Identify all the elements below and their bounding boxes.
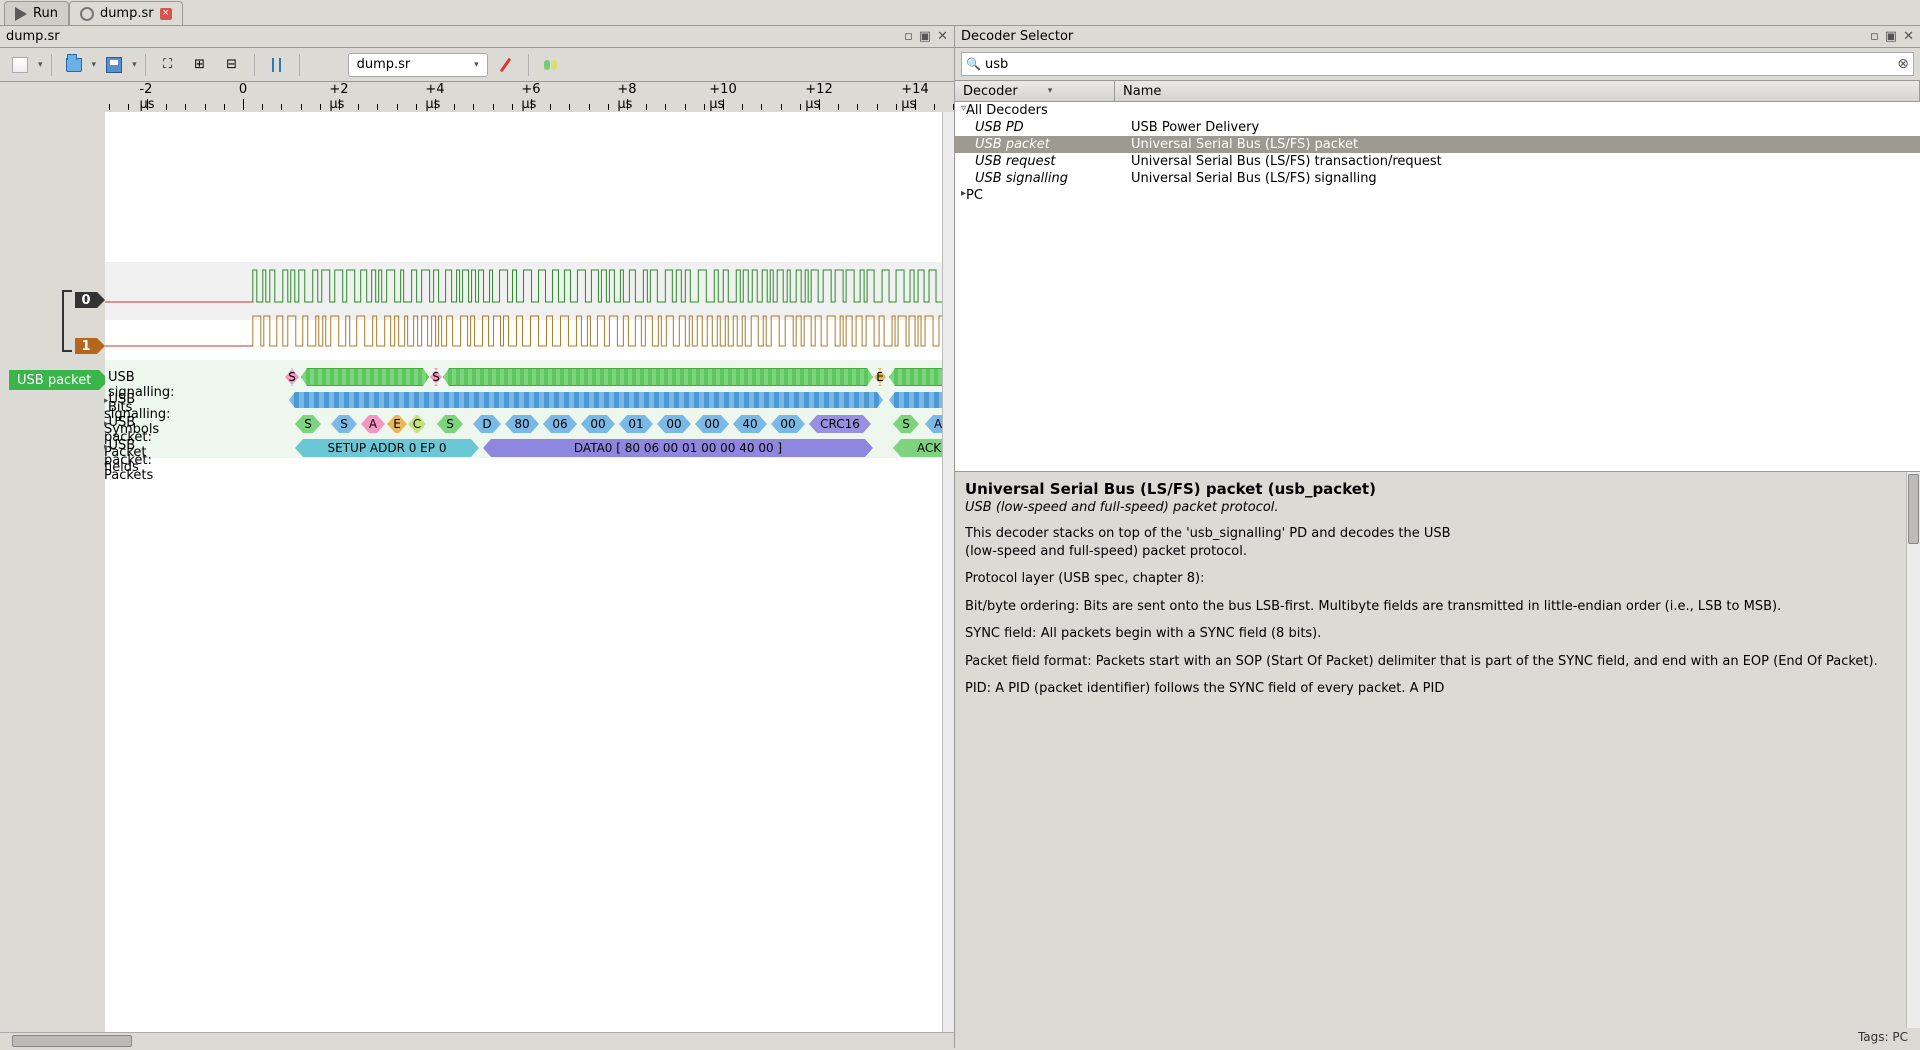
packets-row: SETUP ADDR 0 EP 0DATA0 [ 80 06 00 01 00 … xyxy=(105,438,954,458)
gutter: 0 1 USB packet xyxy=(0,112,105,1032)
doc-header-right: Decoder Selector ▫ ▣ ✕ xyxy=(955,26,1920,47)
packet-field-pill[interactable]: S xyxy=(331,415,357,433)
minimize-icon[interactable]: ▫ xyxy=(904,29,913,44)
bits-marker: E xyxy=(874,368,886,386)
probe-button[interactable] xyxy=(492,52,520,78)
tab-label: dump.sr xyxy=(100,6,154,21)
save-icon xyxy=(106,57,122,73)
col-name[interactable]: Name xyxy=(1115,81,1920,101)
decoder-group[interactable]: PC xyxy=(955,187,1920,204)
decoder-description: Universal Serial Bus (LS/FS) packet (usb… xyxy=(955,472,1920,1048)
vertical-scrollbar[interactable] xyxy=(942,112,954,1032)
tab-run[interactable]: Run xyxy=(4,1,69,25)
channel-bracket xyxy=(62,290,72,352)
decoder-group[interactable]: All Decoders xyxy=(955,102,1920,119)
col-decoder[interactable]: Decoder xyxy=(955,81,1115,101)
close-pane-icon[interactable]: ✕ xyxy=(1903,29,1914,44)
packet-field-pill[interactable]: S xyxy=(893,415,919,433)
probe-icon xyxy=(500,57,512,72)
decoder-search[interactable]: 🔍 ⊗ xyxy=(961,52,1914,76)
doc-title: dump.sr xyxy=(6,29,60,44)
packet-fields-row: SSAECSD8006000100004000CRC16SAS xyxy=(105,414,954,434)
packet-field-pill[interactable]: 06 xyxy=(543,415,577,433)
packet-pill[interactable]: SETUP ADDR 0 EP 0 xyxy=(295,439,479,457)
scrollbar-thumb[interactable] xyxy=(12,1035,132,1047)
bits-marker: S xyxy=(430,368,442,386)
packet-field-pill[interactable]: 01 xyxy=(619,415,653,433)
decoder-grid-header: Decoder Name xyxy=(955,80,1920,102)
packet-field-pill[interactable]: D xyxy=(473,415,501,433)
combo-value: dump.sr xyxy=(357,57,411,72)
chevron-down-icon: ▾ xyxy=(474,60,479,70)
tab-dump[interactable]: dump.sr × xyxy=(69,1,183,25)
channels-icon xyxy=(544,60,557,70)
decoder-item[interactable]: USB PDUSB Power Delivery xyxy=(955,119,1920,136)
decoder-item[interactable]: USB requestUniversal Serial Bus (LS/FS) … xyxy=(955,153,1920,170)
desc-subtitle: USB (low-speed and full-speed) packet pr… xyxy=(965,500,1910,515)
bits-marker: S xyxy=(285,368,299,386)
packet-field-pill[interactable]: S xyxy=(295,415,321,433)
doc-header-left: dump.sr ▫ ▣ ✕ xyxy=(0,26,955,47)
flags-icon xyxy=(269,57,285,73)
desc-title: Universal Serial Bus (LS/FS) packet (usb… xyxy=(965,480,1910,498)
minimize-icon[interactable]: ▫ xyxy=(1870,29,1879,44)
symbols-strip xyxy=(289,392,883,408)
waveform-canvas[interactable]: USB signalling: Bits ▸USB signalling: Sy… xyxy=(105,112,954,1032)
zoom-in-button[interactable]: ⊞ xyxy=(186,52,214,78)
time-ruler[interactable]: -2 µs0+2 µs+4 µs+6 µs+8 µs+10 µs+12 µs+1… xyxy=(105,82,954,112)
folder-icon xyxy=(66,58,82,72)
decoder-badge[interactable]: USB packet xyxy=(9,370,99,390)
toolbar: ▾ ▾ ▾ ⛶ ⊞ ⊟ dump.sr ▾ xyxy=(0,48,954,82)
packet-field-pill[interactable]: C xyxy=(408,415,426,433)
save-button[interactable] xyxy=(100,52,128,78)
packet-pill[interactable]: DATA0 [ 80 06 00 01 00 00 40 00 ] xyxy=(483,439,873,457)
wrench-icon xyxy=(80,7,94,21)
packet-field-pill[interactable]: 00 xyxy=(695,415,729,433)
packet-field-pill[interactable]: 00 xyxy=(771,415,805,433)
new-icon xyxy=(12,57,28,73)
tab-bar: Run dump.sr × xyxy=(0,0,1920,26)
run-icon xyxy=(15,7,27,21)
zoom-fit-button[interactable]: ⛶ xyxy=(154,52,182,78)
packet-field-pill[interactable]: 00 xyxy=(581,415,615,433)
file-combo[interactable]: dump.sr ▾ xyxy=(348,53,488,77)
maximize-icon[interactable]: ▣ xyxy=(1885,29,1897,44)
search-icon: 🔍 xyxy=(966,57,981,71)
bits-strip xyxy=(443,368,873,386)
packet-field-pill[interactable]: 40 xyxy=(733,415,767,433)
channel-marker-1[interactable]: 1 xyxy=(75,338,105,354)
desc-tags: Tags: PC xyxy=(1858,1030,1908,1044)
clear-icon[interactable]: ⊗ xyxy=(1897,56,1909,72)
waveform-ch1 xyxy=(105,312,954,358)
packet-field-pill[interactable]: CRC16 xyxy=(809,415,871,433)
packet-field-pill[interactable]: 80 xyxy=(505,415,539,433)
maximize-icon[interactable]: ▣ xyxy=(919,29,931,44)
panel-title: Decoder Selector xyxy=(961,29,1073,44)
decoder-list[interactable]: All DecodersUSB PDUSB Power DeliveryUSB … xyxy=(955,102,1920,472)
zoom-out-button[interactable]: ⊟ xyxy=(218,52,246,78)
channels-button[interactable] xyxy=(537,52,565,78)
bits-strip xyxy=(301,368,429,386)
decoder-item[interactable]: USB packetUniversal Serial Bus (LS/FS) p… xyxy=(955,136,1920,153)
cursors-button[interactable] xyxy=(263,52,291,78)
search-input[interactable] xyxy=(985,57,1893,72)
horizontal-scrollbar[interactable] xyxy=(0,1032,954,1048)
decoder-item[interactable]: USB signallingUniversal Serial Bus (LS/F… xyxy=(955,170,1920,187)
packet-field-pill[interactable]: E xyxy=(387,415,407,433)
desc-scrollbar[interactable] xyxy=(1906,472,1920,1028)
open-button[interactable] xyxy=(60,52,88,78)
packet-field-pill[interactable]: A xyxy=(361,415,385,433)
tab-label: Run xyxy=(33,6,58,21)
packet-field-pill[interactable]: 00 xyxy=(657,415,691,433)
close-icon[interactable]: × xyxy=(160,8,172,20)
packet-field-pill[interactable]: S xyxy=(437,415,463,433)
close-pane-icon[interactable]: ✕ xyxy=(937,29,948,44)
channel-marker-0[interactable]: 0 xyxy=(75,292,105,308)
new-button[interactable] xyxy=(6,52,34,78)
